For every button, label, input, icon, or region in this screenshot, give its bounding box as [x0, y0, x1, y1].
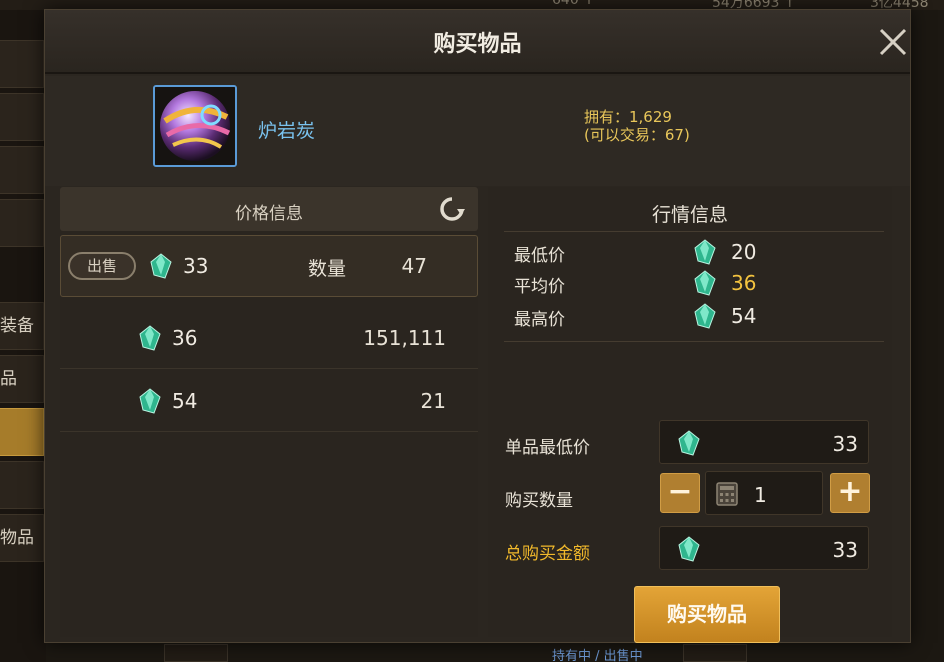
background-top-stat: 640 ↑: [552, 0, 595, 8]
background-item-slot: [683, 644, 747, 662]
background-status-text: 持有中 / 出售中: [552, 649, 643, 662]
quantity-value: 151,111: [363, 326, 446, 350]
price-row[interactable]: 36 151,111: [60, 307, 478, 369]
gem-icon: [150, 253, 172, 279]
background-sidebar: 装备 品 物品: [0, 10, 46, 662]
background-side-tab[interactable]: [0, 40, 44, 88]
purchase-dialog: 购买物品 炉岩炭 拥有：1,629 (可以交易：67) 价格信息 出售 33 数…: [44, 9, 911, 643]
sell-badge: 出售: [68, 252, 136, 280]
close-icon: [879, 28, 907, 56]
decrease-quantity-button[interactable]: −: [660, 473, 700, 513]
background-side-tab[interactable]: 装备: [0, 302, 44, 350]
background-side-tab[interactable]: [0, 408, 44, 456]
total-amount-value: 33: [832, 538, 858, 562]
max-price-label: 最高价: [514, 310, 565, 330]
item-summary: 炉岩炭 拥有：1,629 (可以交易：67): [45, 76, 910, 186]
price-info-header: 价格信息: [60, 187, 478, 231]
dialog-header: 购买物品: [45, 10, 910, 74]
price-value: 33: [183, 254, 209, 278]
background-side-tab[interactable]: [0, 146, 44, 194]
unit-price-label: 单品最低价: [505, 438, 590, 458]
total-amount-label: 总购买金额: [505, 544, 590, 564]
min-price-value: 20: [731, 240, 757, 264]
gem-icon: [694, 270, 716, 296]
price-info-title: 价格信息: [235, 204, 303, 224]
total-amount-field: 33: [659, 526, 869, 570]
background-side-tab[interactable]: 品: [0, 355, 44, 403]
price-info-panel: 价格信息 出售 33 数量 47 36 151,111 54 21: [60, 187, 478, 637]
divider: [504, 341, 884, 342]
gem-icon: [694, 239, 716, 265]
gem-icon: [139, 388, 161, 414]
avg-price-value: 36: [731, 271, 757, 295]
calculator-icon: [716, 482, 738, 506]
item-name: 炉岩炭: [258, 120, 316, 142]
price-value: 36: [172, 326, 198, 350]
price-row[interactable]: 出售 33 数量 47: [60, 235, 478, 297]
dialog-title: 购买物品: [433, 32, 522, 57]
background-side-tab[interactable]: [0, 199, 44, 247]
unit-price-value: 33: [832, 432, 858, 456]
gem-icon: [678, 536, 700, 562]
refresh-button[interactable]: [438, 195, 466, 223]
refresh-icon: [440, 197, 465, 221]
quantity-value: 21: [420, 389, 446, 413]
divider: [504, 231, 884, 232]
quantity-label: 购买数量: [505, 491, 573, 511]
quantity-input[interactable]: 1: [705, 471, 823, 515]
background-side-tab[interactable]: [0, 461, 44, 509]
market-info-panel: 行情信息 最低价 20 平均价 36 最高价 54 单品最低价 33 购买数量 …: [488, 187, 892, 643]
background-side-tab[interactable]: 物品: [0, 514, 44, 562]
increase-quantity-button[interactable]: +: [830, 473, 870, 513]
gem-icon: [139, 325, 161, 351]
quantity-value: 1: [754, 483, 767, 507]
gem-icon: [678, 430, 700, 456]
quantity-label: 数量: [308, 258, 347, 280]
unit-price-field: 33: [659, 420, 869, 464]
buy-item-button[interactable]: 购买物品: [634, 586, 780, 643]
close-button[interactable]: [877, 26, 909, 58]
price-row[interactable]: 54 21: [60, 370, 478, 432]
quantity-value: 47: [401, 254, 427, 278]
price-value: 54: [172, 389, 198, 413]
market-info-title: 行情信息: [651, 204, 728, 226]
item-orb-icon[interactable]: [153, 85, 237, 167]
max-price-value: 54: [731, 304, 757, 328]
tradable-count: (可以交易：67): [584, 126, 690, 144]
avg-price-label: 平均价: [514, 277, 565, 297]
background-side-tab[interactable]: [0, 93, 44, 141]
gem-icon: [694, 303, 716, 329]
min-price-label: 最低价: [514, 246, 565, 266]
background-item-slot: [164, 644, 228, 662]
